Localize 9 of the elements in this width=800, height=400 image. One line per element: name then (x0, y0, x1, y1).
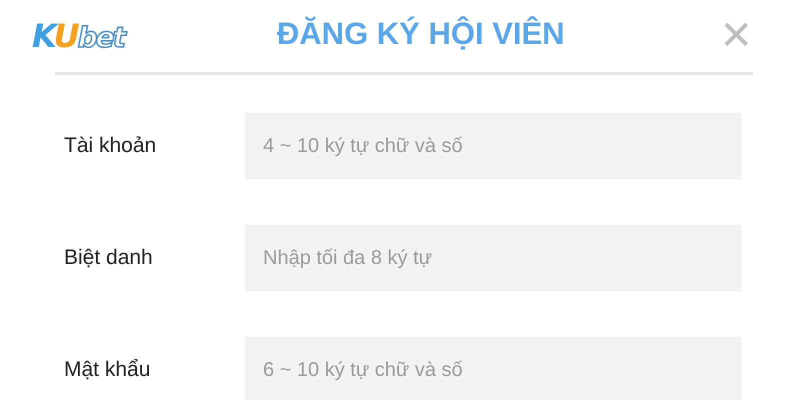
input-field[interactable]: 4 ~ 10 ký tự chữ và số (245, 113, 742, 179)
field-label: Biệt danh (64, 246, 154, 270)
field-label: Tài khoản (64, 134, 158, 158)
logo: KUbet (32, 17, 128, 55)
dialog-title: ĐĂNG KÝ HỘI VIÊN (276, 16, 566, 52)
input-field[interactable]: 6 ~ 10 ký tự chữ và số (245, 337, 742, 400)
input-field[interactable]: Nhập tối đa 8 ký tự (245, 225, 742, 291)
close-button[interactable]: ✕ (719, 16, 753, 56)
field-label: Mật khẩu (64, 358, 152, 382)
